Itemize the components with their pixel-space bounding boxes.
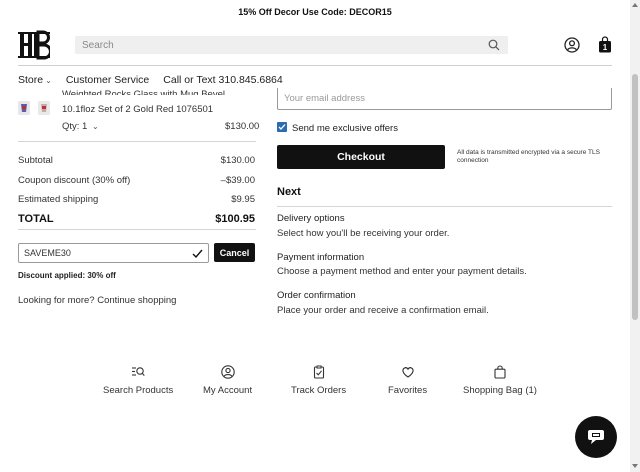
discount-applied-text: Discount applied: 30% off bbox=[18, 271, 116, 280]
scroll-down-icon[interactable] bbox=[631, 463, 639, 469]
quantity-select[interactable]: Qty: 1 ⌄ bbox=[62, 121, 99, 132]
next-heading: Next bbox=[277, 186, 301, 198]
chevron-down-icon: ⌄ bbox=[45, 76, 52, 85]
footer-label: Search Products bbox=[103, 385, 174, 396]
product-thumbnail[interactable] bbox=[38, 101, 50, 115]
coupon-discount-label: Coupon discount (30% off) bbox=[18, 175, 131, 186]
main-nav: Store ⌄ Customer Service Call or Text 310… bbox=[18, 74, 283, 86]
account-icon bbox=[220, 365, 235, 379]
footer-label: My Account bbox=[203, 385, 253, 396]
coupon-input[interactable] bbox=[24, 248, 184, 258]
bag-count: 1 bbox=[602, 43, 608, 52]
secure-note: All data is transmitted encrypted via a … bbox=[457, 149, 600, 164]
checkmark-icon bbox=[278, 124, 286, 130]
email-field bbox=[277, 88, 612, 110]
footer-search-products[interactable]: Search Products bbox=[103, 365, 173, 396]
divider bbox=[18, 229, 256, 230]
nav-item-store[interactable]: Store ⌄ bbox=[18, 74, 52, 86]
search-bar bbox=[75, 36, 508, 54]
promo-banner[interactable]: 15% Off Decor Use Code: DECOR15 bbox=[0, 0, 630, 24]
email-input[interactable] bbox=[284, 93, 584, 104]
item-price: $130.00 bbox=[225, 121, 260, 132]
checkout-button[interactable]: Checkout bbox=[277, 145, 445, 169]
exclusive-offers-label[interactable]: Send me exclusive offers bbox=[292, 123, 398, 134]
step-desc-delivery: Select how you'll be receiving your orde… bbox=[277, 228, 450, 239]
shopping-bag-button[interactable]: 1 bbox=[598, 36, 612, 53]
account-icon[interactable] bbox=[564, 37, 580, 53]
cancel-coupon-button[interactable]: Cancel bbox=[214, 243, 255, 262]
step-title-payment: Payment information bbox=[277, 252, 365, 263]
brand-logo[interactable] bbox=[18, 30, 50, 60]
product-description: 10.1floz Set of 2 Gold Red 1076501 bbox=[62, 104, 214, 115]
shipping-value: $9.95 bbox=[231, 194, 255, 205]
divider bbox=[18, 141, 256, 142]
step-desc-confirmation: Place your order and receive a confirmat… bbox=[277, 305, 489, 316]
heart-icon bbox=[401, 367, 414, 378]
footer-label: Favorites bbox=[388, 385, 428, 396]
subtotal-label: Subtotal bbox=[18, 155, 53, 166]
search-input[interactable] bbox=[82, 39, 472, 51]
search-icon[interactable] bbox=[488, 39, 500, 51]
coupon-discount-value: –$39.00 bbox=[220, 175, 255, 186]
product-thumbnail[interactable] bbox=[18, 101, 30, 115]
clipboard-check-icon bbox=[313, 365, 324, 379]
continue-shopping-link[interactable]: Looking for more? Continue shopping bbox=[18, 295, 176, 306]
footer-track-orders[interactable]: Track Orders bbox=[291, 365, 346, 396]
subtotal-value: $130.00 bbox=[220, 155, 255, 166]
total-label: TOTAL bbox=[18, 213, 54, 225]
shipping-label: Estimated shipping bbox=[18, 194, 99, 205]
check-icon bbox=[192, 249, 203, 259]
shopping-bag-icon bbox=[494, 365, 506, 379]
total-value: $100.95 bbox=[215, 213, 255, 225]
search-list-icon bbox=[132, 367, 145, 376]
scrollbar-thumb[interactable] bbox=[632, 74, 638, 320]
footer-label: Shopping Bag (1) bbox=[463, 385, 537, 396]
step-title-confirmation: Order confirmation bbox=[277, 290, 356, 301]
footer-label: Track Orders bbox=[291, 385, 347, 396]
footer-favorites[interactable]: Favorites bbox=[388, 365, 427, 396]
coupon-field bbox=[18, 243, 209, 263]
header-divider bbox=[18, 65, 612, 66]
divider bbox=[277, 206, 612, 207]
footer-shopping-bag[interactable]: Shopping Bag (1) bbox=[463, 365, 537, 396]
footer-my-account[interactable]: My Account bbox=[203, 365, 252, 396]
product-title[interactable]: Weighted Rocks Glass with Mug Bevel bbox=[62, 89, 225, 95]
nav-item-call-or-text[interactable]: Call or Text 310.845.6864 bbox=[163, 74, 282, 86]
step-desc-payment: Choose a payment method and enter your p… bbox=[277, 266, 527, 277]
exclusive-offers-checkbox[interactable] bbox=[277, 122, 287, 132]
step-title-delivery: Delivery options bbox=[277, 213, 345, 224]
scroll-up-icon[interactable] bbox=[631, 2, 639, 8]
chat-button[interactable] bbox=[575, 416, 617, 458]
chat-cart-icon bbox=[588, 430, 604, 444]
chevron-down-icon: ⌄ bbox=[91, 122, 99, 131]
nav-item-customer-service[interactable]: Customer Service bbox=[66, 74, 149, 86]
